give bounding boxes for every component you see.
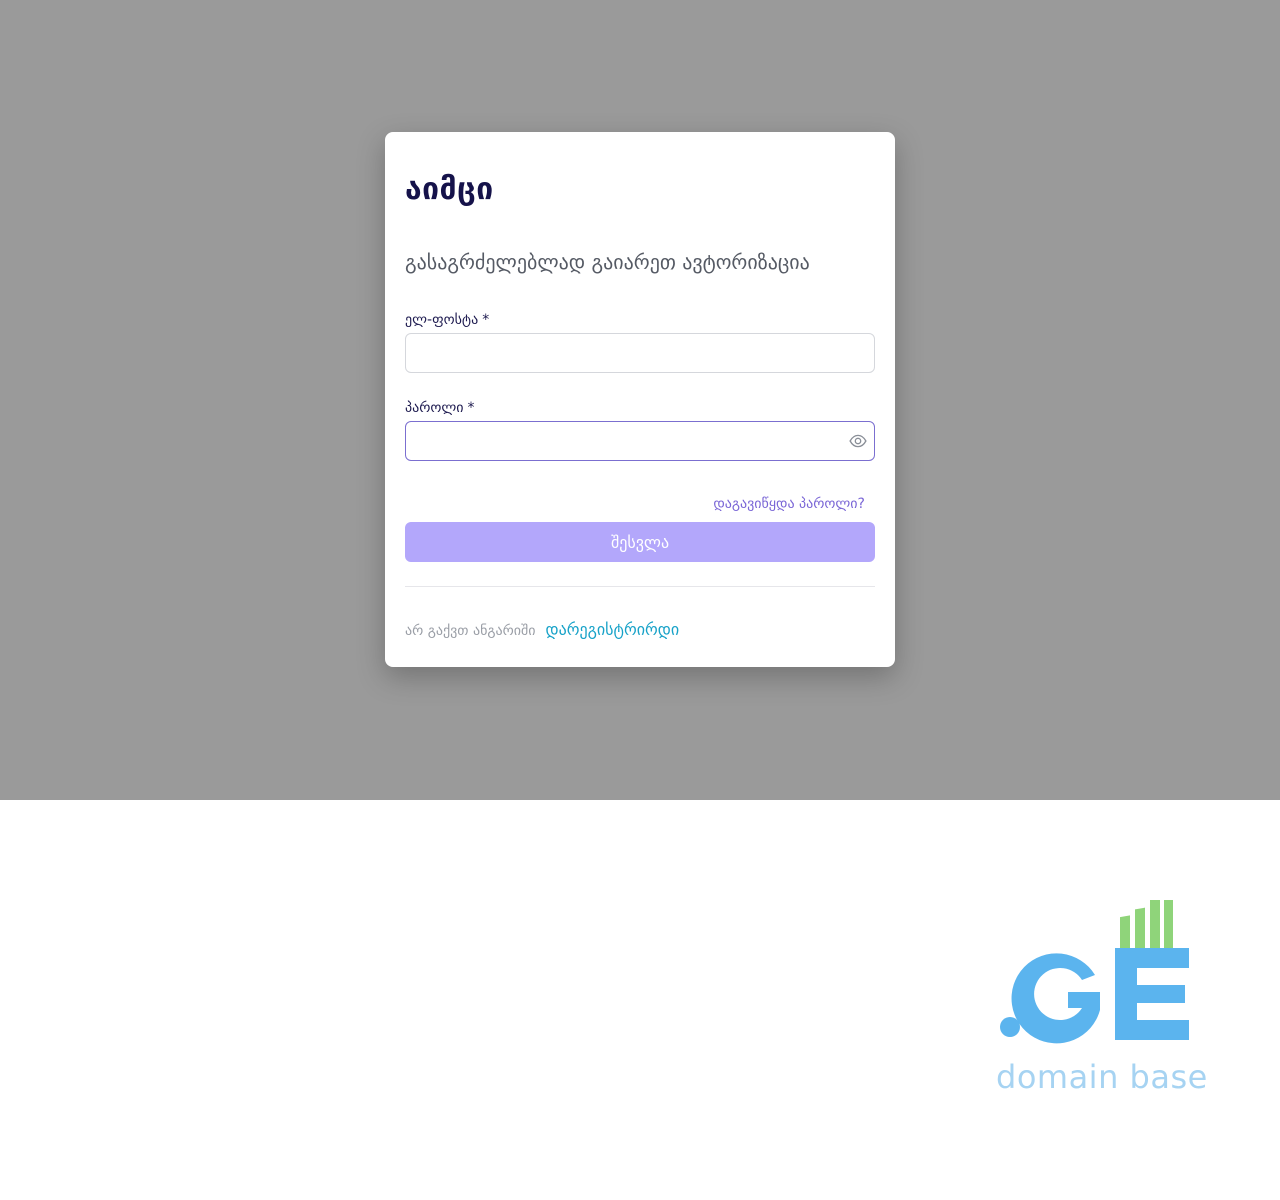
password-input[interactable]	[405, 421, 875, 461]
email-input[interactable]	[405, 333, 875, 373]
eye-icon[interactable]	[849, 432, 867, 450]
password-label: პაროლი *	[405, 400, 475, 416]
email-label-text: ელ-ფოსტა	[405, 312, 479, 328]
divider	[405, 586, 875, 587]
email-required-mark: *	[482, 312, 490, 328]
logo-text: domain base	[996, 1058, 1208, 1096]
forgot-password-link[interactable]: დაგავიწყდა პაროლი?	[713, 496, 865, 512]
login-button[interactable]: შესვლა	[405, 522, 875, 562]
brand-title: აიმცი	[405, 172, 494, 207]
email-label: ელ-ფოსტა *	[405, 312, 489, 328]
register-link[interactable]: დარეგისტრირდი	[546, 620, 680, 639]
password-label-text: პაროლი	[405, 400, 464, 416]
no-account-text: არ გაქვთ ანგარიში	[405, 623, 536, 639]
password-required-mark: *	[467, 400, 475, 416]
register-row: არ გაქვთ ანგარიში დარეგისტრირდი	[405, 620, 679, 639]
login-subtitle: გასაგრძელებლად გაიარეთ ავტორიზაცია	[405, 250, 810, 274]
login-card: აიმცი გასაგრძელებლად გაიარეთ ავტორიზაცია…	[385, 132, 895, 667]
